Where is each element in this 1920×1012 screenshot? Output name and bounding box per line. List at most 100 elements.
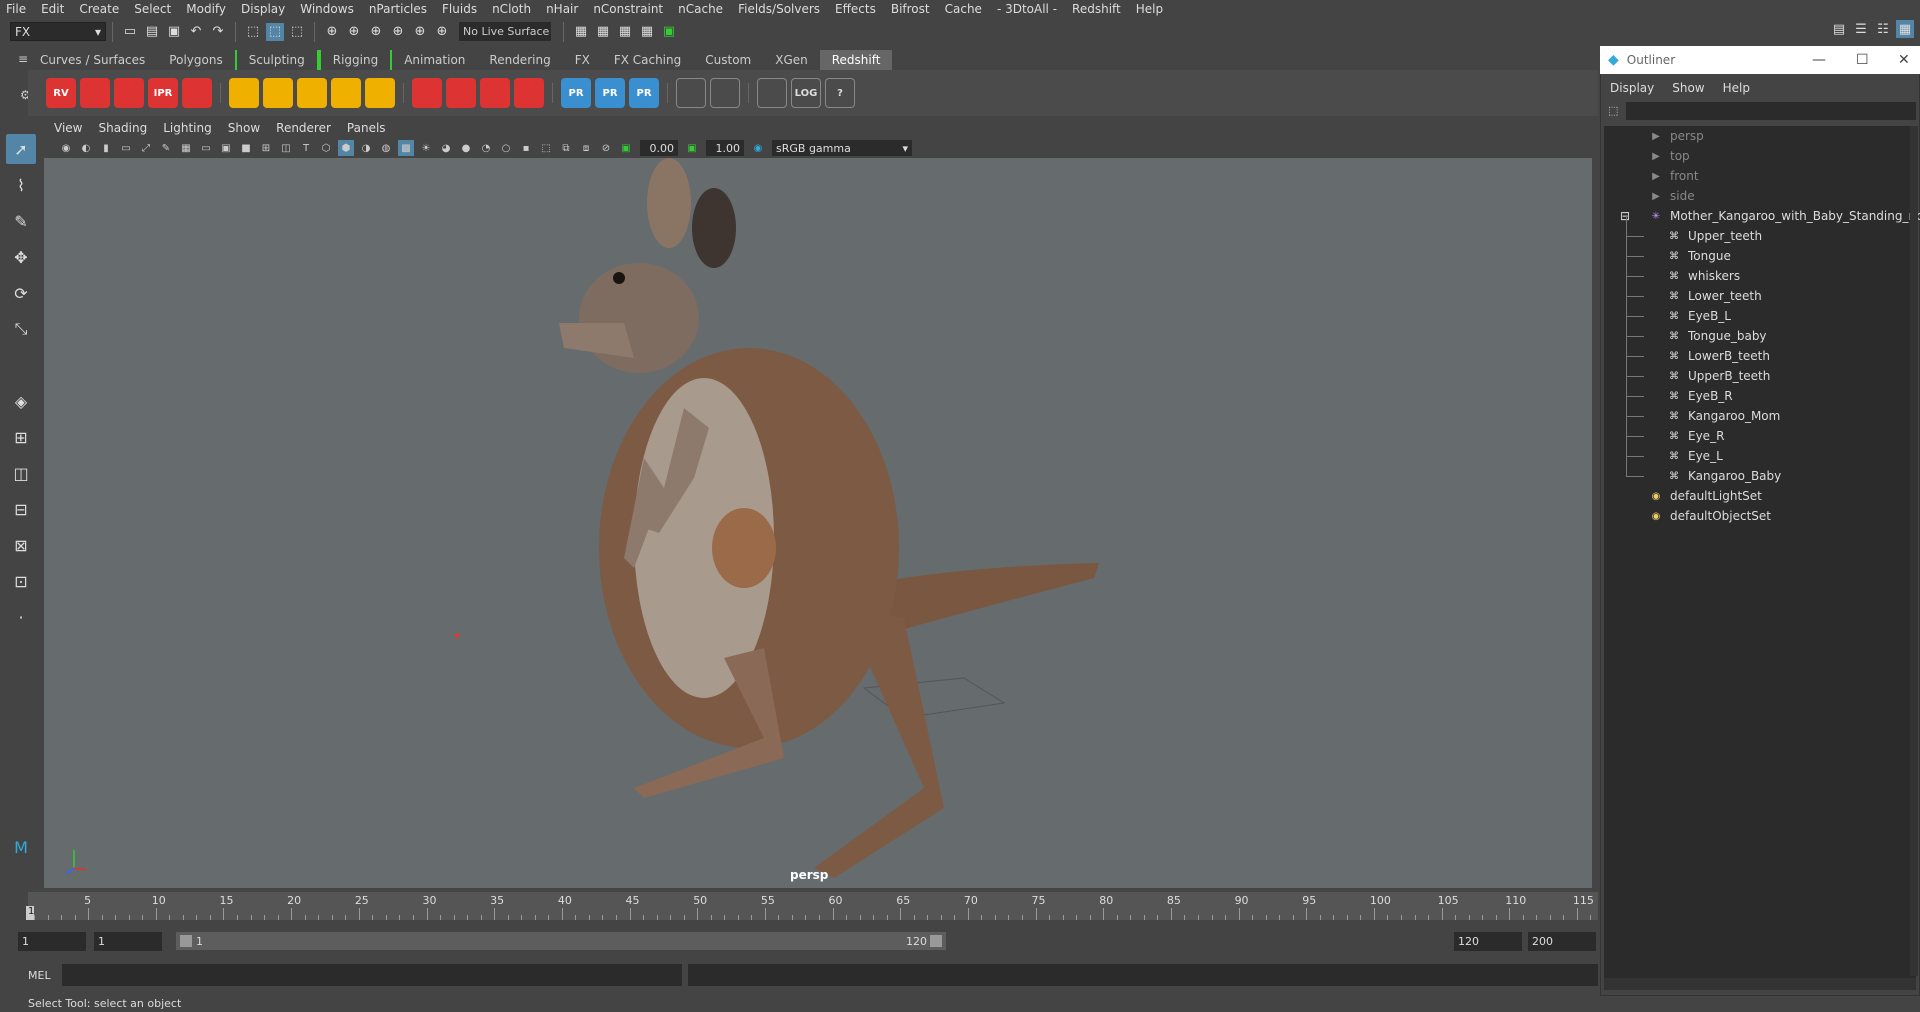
perspective-outliner-layout-icon[interactable]: ◫: [6, 458, 36, 488]
outliner-item[interactable]: ⌘ whiskers: [1666, 266, 1740, 286]
outliner-item[interactable]: ⌘ Eye_R: [1666, 426, 1724, 446]
snap-grid-icon[interactable]: ⊕: [323, 23, 341, 41]
screen-space-ao-icon[interactable]: ●: [458, 140, 474, 156]
render-view-icon[interactable]: ▣: [660, 23, 678, 41]
select-tool-icon[interactable]: ➚: [6, 134, 36, 164]
exposure-field[interactable]: 0.00: [640, 140, 678, 156]
shelf-tab-fx-caching[interactable]: FX Caching: [602, 50, 693, 70]
anti-aliasing-icon[interactable]: ○: [498, 140, 514, 156]
outliner-menu-help[interactable]: Help: [1723, 81, 1750, 95]
new-scene-icon[interactable]: ▭: [121, 23, 139, 41]
outliner-item[interactable]: ⌘ Tongue: [1666, 246, 1731, 266]
film-gate-icon[interactable]: ▭: [198, 140, 214, 156]
mel-label[interactable]: MEL: [28, 969, 51, 982]
viewport-menu-view[interactable]: View: [54, 121, 82, 135]
menu-fluids[interactable]: Fluids: [442, 2, 477, 16]
shadows-icon[interactable]: ◕: [438, 140, 454, 156]
perspective-graph-layout-icon[interactable]: ⊟: [6, 494, 36, 524]
safe-action-icon[interactable]: ◫: [278, 140, 294, 156]
lasso-tool-icon[interactable]: ⌇: [6, 170, 36, 200]
use-all-lights-icon[interactable]: ☀: [418, 140, 434, 156]
proxy-import-icon[interactable]: PR: [595, 78, 625, 108]
outliner-item[interactable]: ⌘ Tongue_baby: [1666, 326, 1767, 346]
menu-nhair[interactable]: nHair: [546, 2, 578, 16]
viewport-menu-renderer[interactable]: Renderer: [276, 121, 331, 135]
help-icon[interactable]: ?: [825, 78, 855, 108]
image-plane-icon[interactable]: ▭: [118, 140, 134, 156]
menu-file[interactable]: File: [6, 2, 26, 16]
volume-icon[interactable]: [676, 78, 706, 108]
channel-box-icon[interactable]: ☷: [1874, 20, 1892, 38]
color-management-icon[interactable]: ◉: [750, 140, 766, 156]
save-scene-icon[interactable]: ▣: [165, 23, 183, 41]
sun-light-icon[interactable]: [365, 78, 395, 108]
outliner-item[interactable]: ◉ defaultLightSet: [1648, 486, 1762, 506]
playback-end-field[interactable]: 120: [1454, 932, 1522, 951]
menu-ncache[interactable]: nCache: [678, 2, 723, 16]
exposure-icon[interactable]: ▣: [618, 140, 634, 156]
render-settings-icon[interactable]: [182, 78, 212, 108]
rotate-tool-icon[interactable]: ⟳: [6, 278, 36, 308]
outliner-item[interactable]: ⌘ Eye_L: [1666, 446, 1723, 466]
outliner-item[interactable]: ⌘ Lower_teeth: [1666, 286, 1762, 306]
outliner-item[interactable]: ⌘ EyeB_R: [1666, 386, 1733, 406]
menu-help[interactable]: Help: [1136, 2, 1163, 16]
shelf-tab-custom[interactable]: Custom: [693, 50, 763, 70]
uv-layout-icon[interactable]: ⊡: [6, 566, 36, 596]
field-chart-icon[interactable]: ⊞: [258, 140, 274, 156]
area-light-icon[interactable]: [229, 78, 259, 108]
xray-components-icon[interactable]: ⊘: [598, 140, 614, 156]
snap-view-icon[interactable]: ⊕: [389, 23, 407, 41]
live-surface-field[interactable]: No Live Surface: [459, 22, 551, 41]
outliner-item[interactable]: ⌘ Upper_teeth: [1666, 226, 1762, 246]
portal-light-icon[interactable]: [263, 78, 293, 108]
select-hierarchy-icon[interactable]: ⬚: [244, 23, 262, 41]
snap-point-icon[interactable]: ⊕: [367, 23, 385, 41]
render-icon[interactable]: [80, 78, 110, 108]
outliner-item[interactable]: ▶ persp: [1648, 126, 1704, 146]
wireframe-on-shaded-icon[interactable]: ◍: [378, 140, 394, 156]
outliner-search[interactable]: [1626, 102, 1916, 120]
snap-curve-icon[interactable]: ⊕: [345, 23, 363, 41]
range-slider[interactable]: [176, 932, 946, 950]
gate-mask-icon[interactable]: ■: [238, 140, 254, 156]
outliner-hscrollbar[interactable]: [1604, 978, 1916, 990]
ipr-icon[interactable]: IPR: [148, 78, 178, 108]
default-lighting-icon[interactable]: ◑: [358, 140, 374, 156]
xray-joints-icon[interactable]: ⧈: [578, 140, 594, 156]
range-handle-end[interactable]: [930, 935, 942, 947]
proxy-icon[interactable]: [412, 78, 442, 108]
sphere-material-icon[interactable]: [514, 78, 544, 108]
outliner-item[interactable]: ⌘ Kangaroo_Mom: [1666, 406, 1780, 426]
outliner-menu-display[interactable]: Display: [1610, 81, 1654, 95]
outliner-item[interactable]: ▶ front: [1648, 166, 1698, 186]
log-icon[interactable]: LOG: [791, 78, 821, 108]
menu-modify[interactable]: Modify: [186, 2, 226, 16]
menu-3dtoall[interactable]: - 3DtoAll -: [997, 2, 1057, 16]
tool-settings-icon[interactable]: ☰: [1852, 20, 1870, 38]
hypershade-layout-icon[interactable]: ⊠: [6, 530, 36, 560]
menu-cache[interactable]: Cache: [945, 2, 982, 16]
shelf-tab-polygons[interactable]: Polygons: [157, 50, 234, 70]
outliner-vscrollbar[interactable]: [1910, 126, 1918, 976]
outliner-item[interactable]: ⌘ Kangaroo_Baby: [1666, 466, 1781, 486]
open-scene-icon[interactable]: ▤: [143, 23, 161, 41]
close-icon[interactable]: ✕: [1898, 52, 1910, 68]
time-slider[interactable]: 5 10 15 20 25 30 35 40 45 50 55 60 65 70 75 80 85 90 95 100…: [28, 892, 1598, 920]
minimize-icon[interactable]: —: [1812, 52, 1826, 68]
render-settings-icon[interactable]: ▦: [616, 23, 634, 41]
maximize-icon[interactable]: ☐: [1856, 52, 1869, 68]
grid-icon[interactable]: ▦: [178, 140, 194, 156]
select-object-icon[interactable]: ⬚: [266, 22, 284, 41]
range-handle-start[interactable]: [180, 935, 192, 947]
viewport-menu-panels[interactable]: Panels: [347, 121, 386, 135]
wireframe-icon[interactable]: ⬡: [318, 140, 334, 156]
shelf-tab-fx[interactable]: FX: [563, 50, 602, 70]
paint-select-icon[interactable]: ✎: [6, 206, 36, 236]
four-view-layout-icon[interactable]: ⊞: [6, 422, 36, 452]
dome-light-icon[interactable]: [331, 78, 361, 108]
menu-select[interactable]: Select: [134, 2, 171, 16]
shelf-tab-xgen[interactable]: XGen: [763, 50, 820, 70]
menu-effects[interactable]: Effects: [835, 2, 876, 16]
menu-windows[interactable]: Windows: [300, 2, 354, 16]
